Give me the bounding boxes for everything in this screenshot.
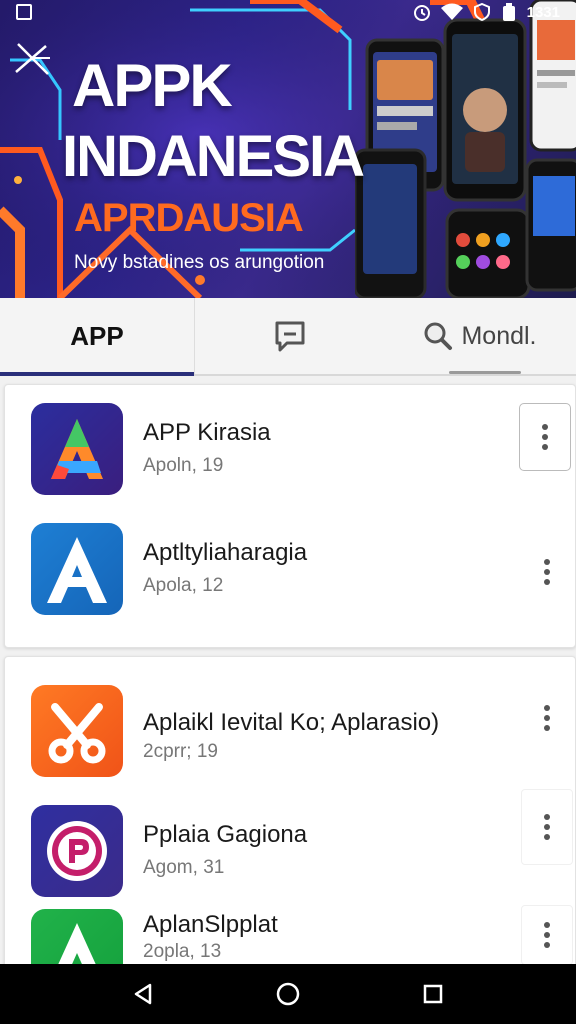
app-meta: Apoln, 19 [143,455,224,476]
tab-search-label: Mondl. [461,321,537,350]
tab-active-indicator [0,372,194,376]
kebab-icon [542,424,548,450]
more-options-button[interactable] [519,403,571,471]
app-list-item[interactable]: Pplaia Gagiona Agom, 31 [5,789,576,901]
back-button[interactable] [123,974,163,1014]
app-list-item[interactable]: Aptltyliaharagia Apola, 12 [5,519,576,619]
wifi-icon [440,3,463,20]
status-time: 1331 [526,3,560,21]
tab-app[interactable]: APP [0,298,194,376]
notification-icon [16,4,32,20]
kebab-icon [544,559,550,585]
more-options-button[interactable] [521,539,573,605]
phone-mockups-image [355,0,576,298]
chat-icon [275,321,304,352]
status-bar: 1331 [0,0,576,24]
vpn-icon [473,3,490,21]
search-icon [424,322,453,350]
back-icon [134,983,151,1005]
hero-banner[interactable]: APPK INDANESIA APRDAUSIA Novy bstadines … [0,0,576,298]
app-meta: Apola, 12 [143,575,224,596]
app-meta: 2cprr; 19 [143,741,218,762]
app-name: APP Kirasia [143,419,271,446]
kebab-icon [544,922,550,948]
tab-chat[interactable] [194,298,521,374]
navigation-bar [0,964,576,1024]
app-icon [31,685,123,777]
app-meta: 2opla, 13 [143,941,222,962]
app-list-card: Aplaikl Ievital Ko; Aplarasio) 2cprr; 19… [4,656,576,977]
home-button[interactable] [268,974,308,1014]
app-name: AplanSlpplat [143,911,278,938]
tab-app-label: APP [70,320,124,351]
kebab-icon [544,814,550,840]
app-icon [31,523,123,615]
kebab-icon [544,705,550,731]
recents-button[interactable] [413,974,453,1014]
more-options-button[interactable] [521,789,573,865]
app-list-card: APP Kirasia Apoln, 19 Aptltyliaharagia A… [4,384,576,648]
alarm-icon [413,5,430,21]
home-icon [276,982,300,1006]
app-name: Aplaikl Ievital Ko; Aplarasio) [143,709,440,736]
app-icon [31,805,123,897]
hero-title: APPK [72,52,233,119]
tab-bar: APP Mondl. [0,298,576,376]
more-options-button[interactable] [521,905,573,965]
close-icon[interactable] [10,36,54,80]
tab-search[interactable]: Mondl. [384,298,576,374]
more-options-button[interactable] [521,685,573,751]
hero-title-line2: INDANESIA [62,124,365,189]
hero-subtitle: APRDAUSIA [74,196,304,240]
app-list-item[interactable]: Aplaikl Ievital Ko; Aplarasio) 2cprr; 19 [5,681,576,781]
app-name: Pplaia Gagiona [143,821,308,848]
app-meta: Agom, 31 [143,857,225,878]
app-name: Aptltyliaharagia [143,539,308,566]
hero-tagline: Novy bstadines os arungotion [74,252,325,273]
battery-icon [502,3,515,21]
app-icon [31,403,123,495]
app-list-item[interactable]: APP Kirasia Apoln, 19 [5,399,576,499]
recents-icon [424,984,443,1004]
